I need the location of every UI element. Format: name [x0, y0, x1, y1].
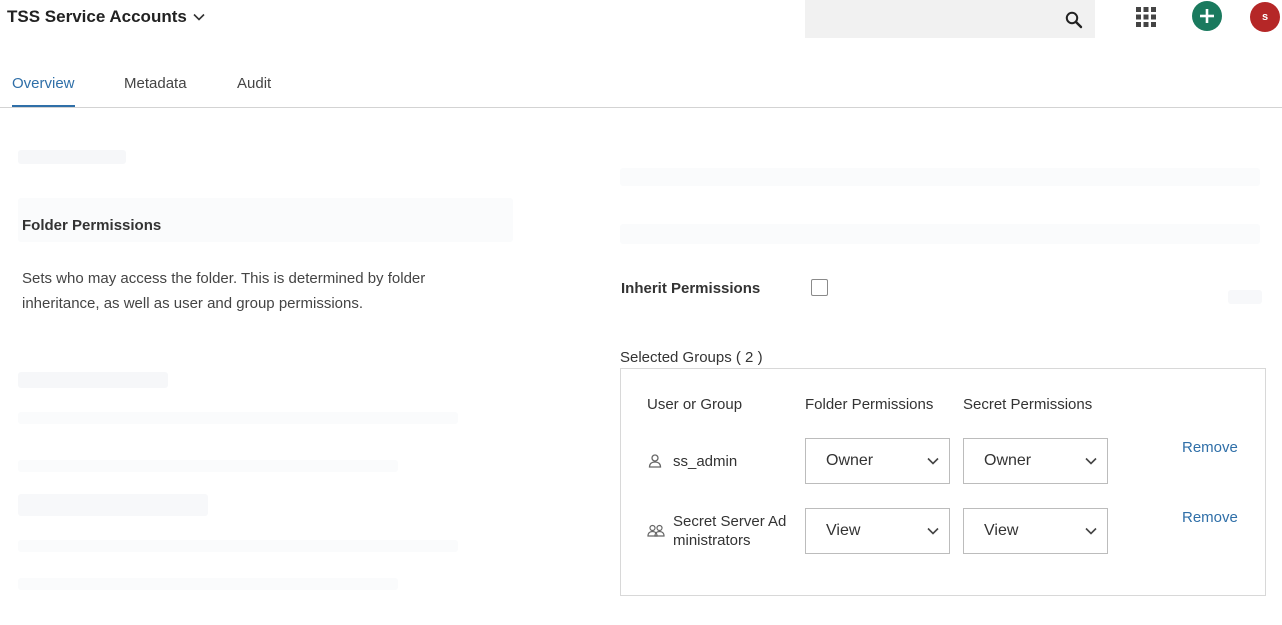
column-header-folder-permissions: Folder Permissions — [805, 396, 934, 413]
chevron-down-icon — [927, 527, 939, 535]
remove-link[interactable]: Remove — [1182, 509, 1238, 526]
search-icon[interactable] — [1065, 11, 1083, 29]
chevron-down-icon — [1085, 457, 1097, 465]
row-name: ss_admin — [673, 453, 738, 470]
folder-permission-select[interactable]: View — [805, 508, 950, 554]
background-ghost — [18, 150, 126, 164]
select-value: Owner — [826, 452, 874, 469]
page-title: TSS Service Accounts — [7, 7, 187, 26]
add-button[interactable] — [1192, 1, 1222, 31]
row-name-line: ministrators — [673, 532, 751, 549]
secret-permission-select[interactable]: Owner — [963, 438, 1108, 484]
tab-audit[interactable]: Audit — [237, 75, 271, 107]
secret-permission-select[interactable]: View — [963, 508, 1108, 554]
apps-grid-icon[interactable] — [1135, 6, 1157, 28]
background-ghost — [18, 578, 398, 590]
folder-title-dropdown[interactable]: TSS Service Accounts — [7, 6, 205, 28]
select-value: View — [984, 522, 1019, 539]
background-ghost — [18, 540, 458, 552]
row-name-line: Secret Server Ad — [673, 513, 787, 530]
background-ghost — [620, 168, 1260, 186]
section-description: Sets who may access the folder. This is … — [22, 270, 426, 312]
chevron-down-icon — [193, 13, 205, 21]
selected-groups-label: Selected Groups ( 2 ) — [620, 349, 763, 366]
search-box — [805, 0, 1095, 38]
background-ghost — [18, 372, 168, 388]
group-icon — [647, 524, 665, 537]
background-ghost — [1228, 290, 1262, 304]
inherit-permissions-checkbox[interactable] — [811, 279, 828, 296]
background-ghost — [18, 412, 458, 424]
tab-overview[interactable]: Overview — [12, 75, 75, 107]
row-name: Secret Server Ad ministrators — [673, 512, 786, 550]
tab-metadata[interactable]: Metadata — [124, 75, 187, 107]
chevron-down-icon — [1085, 527, 1097, 535]
search-input[interactable] — [805, 0, 1055, 38]
user-icon — [648, 454, 662, 468]
column-header-secret-permissions: Secret Permissions — [963, 396, 1093, 413]
tab-bar: Overview Metadata Audit — [0, 64, 1282, 108]
background-ghost — [18, 494, 208, 516]
select-value: Owner — [984, 452, 1032, 469]
permissions-grid: User or Group Folder Permissions Secret … — [620, 368, 1266, 596]
select-value: View — [826, 522, 861, 539]
section-title: Folder Permissions — [22, 217, 162, 234]
background-ghost — [620, 224, 1260, 244]
chevron-down-icon — [927, 457, 939, 465]
folder-permission-select[interactable]: Owner — [805, 438, 950, 484]
avatar[interactable]: s — [1250, 2, 1280, 32]
plus-icon — [1200, 9, 1214, 23]
avatar-initial: s — [1261, 11, 1269, 23]
inherit-permissions-label: Inherit Permissions — [621, 280, 761, 297]
remove-link[interactable]: Remove — [1182, 439, 1238, 456]
column-header-user-or-group: User or Group — [647, 396, 743, 413]
background-ghost — [18, 460, 398, 472]
